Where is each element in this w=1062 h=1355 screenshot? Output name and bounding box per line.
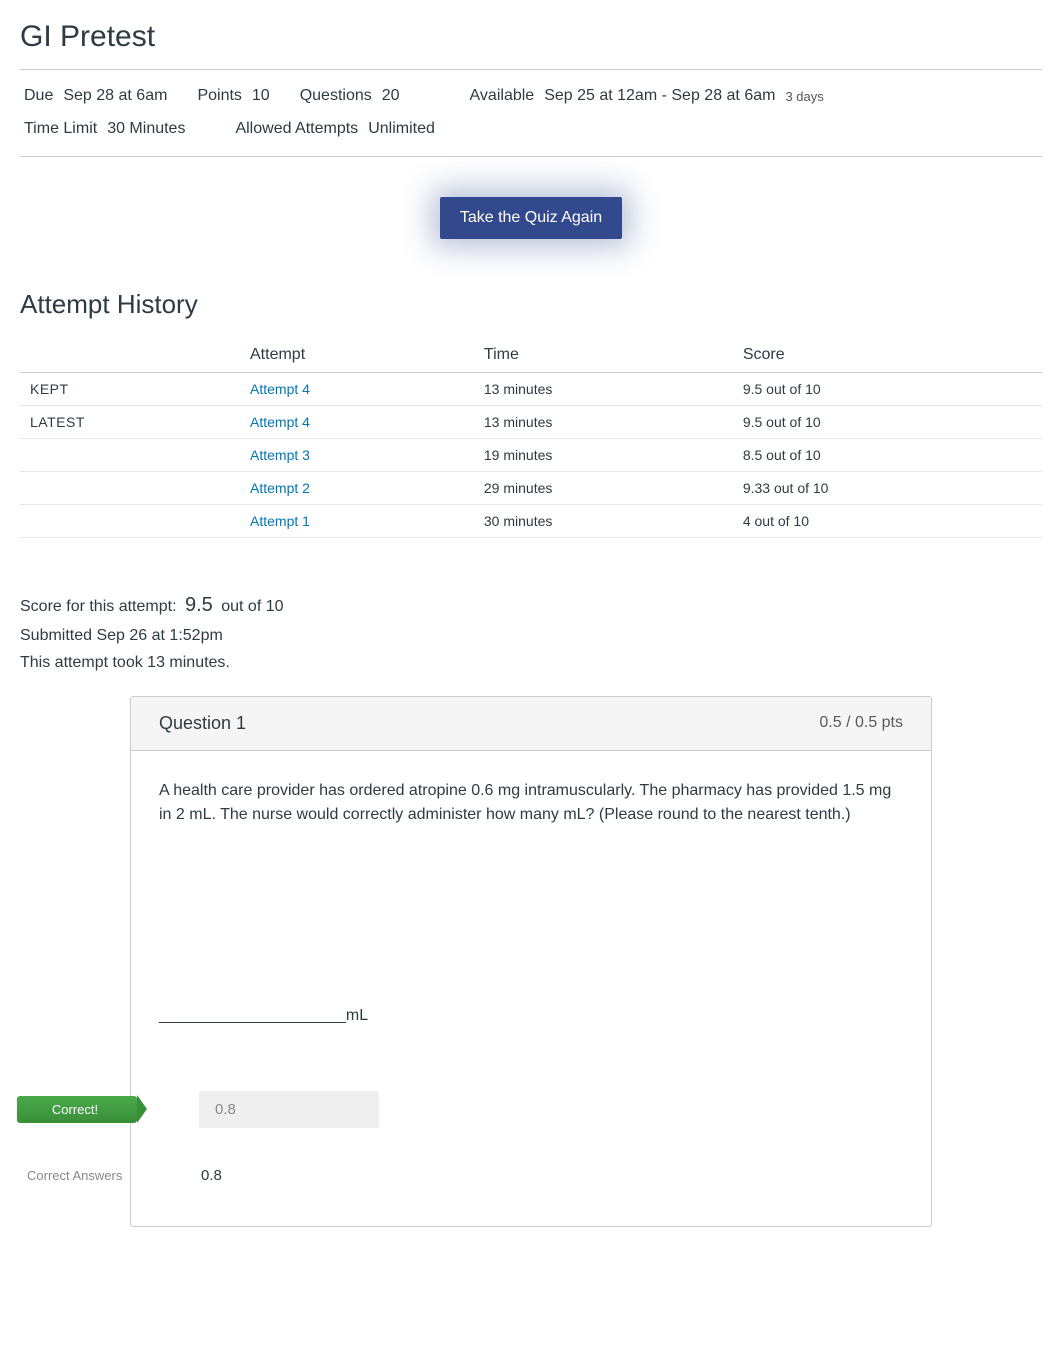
attempt-link[interactable]: Attempt 3: [250, 447, 310, 463]
submitted-line: Submitted Sep 26 at 1:52pm: [20, 622, 1042, 649]
allowed-attempts-value: Unlimited: [368, 115, 435, 144]
available-value: Sep 25 at 12am - Sep 28 at 6am: [544, 82, 775, 111]
questions-label: Questions: [300, 82, 372, 111]
table-row: Attempt 3 19 minutes 8.5 out of 10: [20, 438, 1042, 471]
detail-due: Due Sep 28 at 6am: [24, 82, 167, 111]
attempt-link[interactable]: Attempt 4: [250, 414, 310, 430]
row-score: 8.5 out of 10: [733, 438, 1042, 471]
question-title: Question 1: [159, 713, 246, 734]
table-row: KEPT Attempt 4 13 minutes 9.5 out of 10: [20, 372, 1042, 405]
row-time: 29 minutes: [474, 471, 733, 504]
time-limit-value: 30 Minutes: [107, 115, 185, 144]
correct-badge: Correct!: [17, 1096, 137, 1123]
row-status: [20, 471, 240, 504]
given-answer: 0.8: [199, 1091, 379, 1128]
row-status: [20, 504, 240, 537]
due-value: Sep 28 at 6am: [63, 82, 167, 111]
score-suffix: out of 10: [221, 598, 283, 615]
row-score: 9.33 out of 10: [733, 471, 1042, 504]
correct-answers-label: Correct Answers: [17, 1168, 137, 1183]
questions-value: 20: [382, 82, 400, 111]
quiz-details: Due Sep 28 at 6am Points 10 Questions 20…: [20, 69, 1042, 157]
time-limit-label: Time Limit: [24, 115, 97, 144]
points-value: 10: [252, 82, 270, 111]
score-value: 9.5: [181, 594, 217, 616]
row-status: [20, 438, 240, 471]
row-time: 19 minutes: [474, 438, 733, 471]
col-attempt: Attempt: [240, 338, 474, 373]
table-row: Attempt 2 29 minutes 9.33 out of 10: [20, 471, 1042, 504]
col-score: Score: [733, 338, 1042, 373]
correct-answer-row: Correct Answers 0.8: [159, 1154, 903, 1198]
question-header: Question 1 0.5 / 0.5 pts: [131, 697, 931, 751]
col-time: Time: [474, 338, 733, 373]
available-days: 3 days: [785, 85, 823, 108]
row-status: LATEST: [20, 405, 240, 438]
question-points: 0.5 / 0.5 pts: [819, 714, 903, 732]
due-label: Due: [24, 82, 53, 111]
question-text: A health care provider has ordered atrop…: [159, 779, 903, 827]
score-prefix: Score for this attempt:: [20, 598, 177, 615]
row-score: 4 out of 10: [733, 504, 1042, 537]
duration-line: This attempt took 13 minutes.: [20, 649, 1042, 676]
row-score: 9.5 out of 10: [733, 372, 1042, 405]
row-time: 13 minutes: [474, 405, 733, 438]
col-status: [20, 338, 240, 373]
attempt-link[interactable]: Attempt 2: [250, 480, 310, 496]
attempt-link[interactable]: Attempt 4: [250, 381, 310, 397]
points-label: Points: [197, 82, 241, 111]
row-time: 30 minutes: [474, 504, 733, 537]
row-time: 13 minutes: [474, 372, 733, 405]
question-1: Question 1 0.5 / 0.5 pts A health care p…: [130, 696, 932, 1227]
detail-time-limit: Time Limit 30 Minutes: [24, 115, 185, 144]
given-answer-row: Correct! 0.8: [159, 1085, 903, 1134]
detail-points: Points 10: [197, 82, 269, 111]
allowed-attempts-label: Allowed Attempts: [235, 115, 358, 144]
correct-answer-value: 0.8: [199, 1167, 222, 1184]
attempt-link[interactable]: Attempt 1: [250, 513, 310, 529]
attempt-history-title: Attempt History: [20, 289, 1042, 320]
detail-available: Available Sep 25 at 12am - Sep 28 at 6am…: [470, 82, 824, 111]
take-quiz-again-button[interactable]: Take the Quiz Again: [440, 197, 622, 239]
page-title: GI Pretest: [20, 20, 1042, 54]
detail-questions: Questions 20: [300, 82, 400, 111]
detail-allowed-attempts: Allowed Attempts Unlimited: [235, 115, 434, 144]
row-score: 9.5 out of 10: [733, 405, 1042, 438]
table-row: Attempt 1 30 minutes 4 out of 10: [20, 504, 1042, 537]
row-status: KEPT: [20, 372, 240, 405]
available-label: Available: [470, 82, 535, 111]
score-summary: Score for this attempt: 9.5 out of 10 Su…: [20, 588, 1042, 676]
attempt-history-table: Attempt Time Score KEPT Attempt 4 13 min…: [20, 338, 1042, 538]
answer-blank-line: _____________________mL: [159, 1007, 903, 1025]
table-row: LATEST Attempt 4 13 minutes 9.5 out of 1…: [20, 405, 1042, 438]
